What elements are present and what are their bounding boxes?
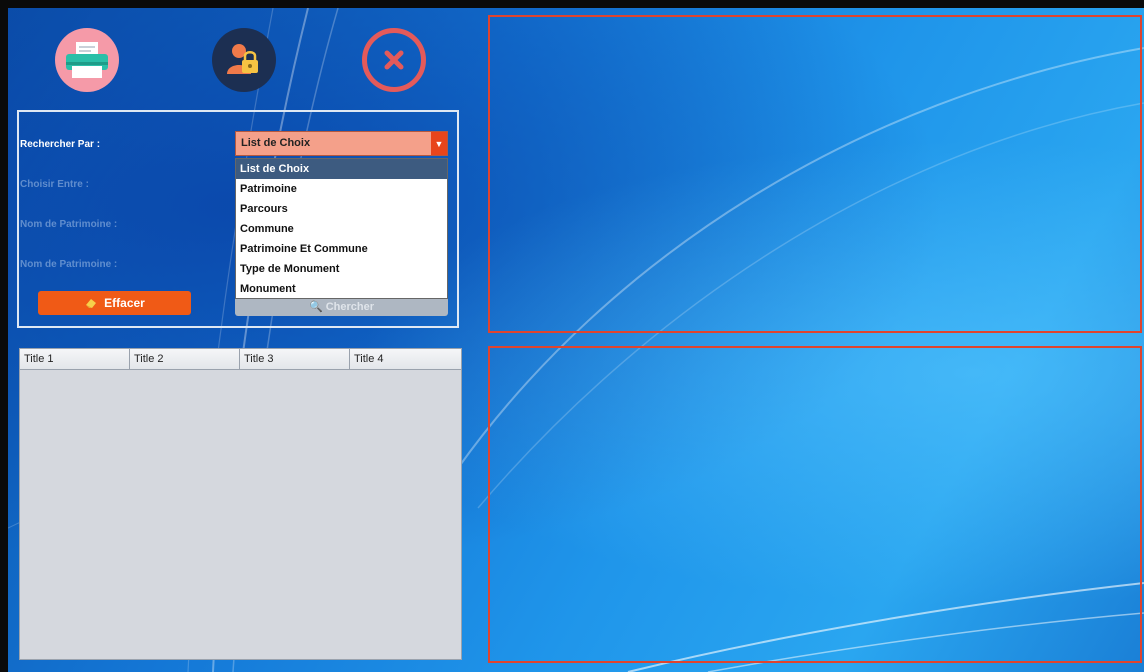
search-icon: 🔍 <box>308 301 323 313</box>
results-table[interactable]: Title 1 Title 2 Title 3 Title 4 <box>19 348 462 660</box>
clear-button[interactable]: Effacer <box>38 291 191 315</box>
choose-between-label: Choisir Entre : <box>20 179 89 190</box>
dropdown-option[interactable]: Commune <box>236 219 447 239</box>
dropdown-option[interactable]: Patrimoine Et Commune <box>236 239 447 259</box>
close-button[interactable] <box>362 28 426 92</box>
heritage-name-label: Nom de Patrimoine : <box>20 219 118 230</box>
bottom-display-frame <box>488 346 1142 663</box>
user-lock-icon <box>227 44 258 74</box>
search-button[interactable]: 🔍 Chercher <box>235 299 448 316</box>
dropdown-option[interactable]: Monument <box>236 279 447 299</box>
heritage-name-label-2: Nom de Patrimoine : <box>20 259 118 270</box>
search-by-combobox[interactable]: List de Choix ▼ <box>235 131 448 156</box>
search-button-label: Chercher <box>325 301 375 313</box>
user-lock-button[interactable] <box>212 28 276 92</box>
search-by-label: Rechercher Par : <box>20 139 101 150</box>
dropdown-option[interactable]: List de Choix <box>236 159 447 179</box>
eraser-icon <box>86 299 97 308</box>
column-header[interactable]: Title 4 <box>350 349 460 369</box>
column-header[interactable]: Title 3 <box>240 349 350 369</box>
chevron-down-icon[interactable]: ▼ <box>431 132 447 155</box>
combobox-value: List de Choix <box>241 137 311 149</box>
top-display-frame <box>488 15 1142 333</box>
clear-button-label: Effacer <box>104 296 145 310</box>
printer-icon <box>66 42 108 78</box>
printer-button[interactable] <box>55 28 119 92</box>
dropdown-option[interactable]: Type de Monument <box>236 259 447 279</box>
table-header: Title 1 Title 2 Title 3 Title 4 <box>20 349 461 370</box>
column-header[interactable]: Title 1 <box>20 349 130 369</box>
column-header[interactable]: Title 2 <box>130 349 240 369</box>
dropdown-option[interactable]: Parcours <box>236 199 447 219</box>
dropdown-option[interactable]: Patrimoine <box>236 179 447 199</box>
search-by-dropdown: List de Choix Patrimoine Parcours Commun… <box>235 158 448 299</box>
close-icon <box>384 50 404 70</box>
